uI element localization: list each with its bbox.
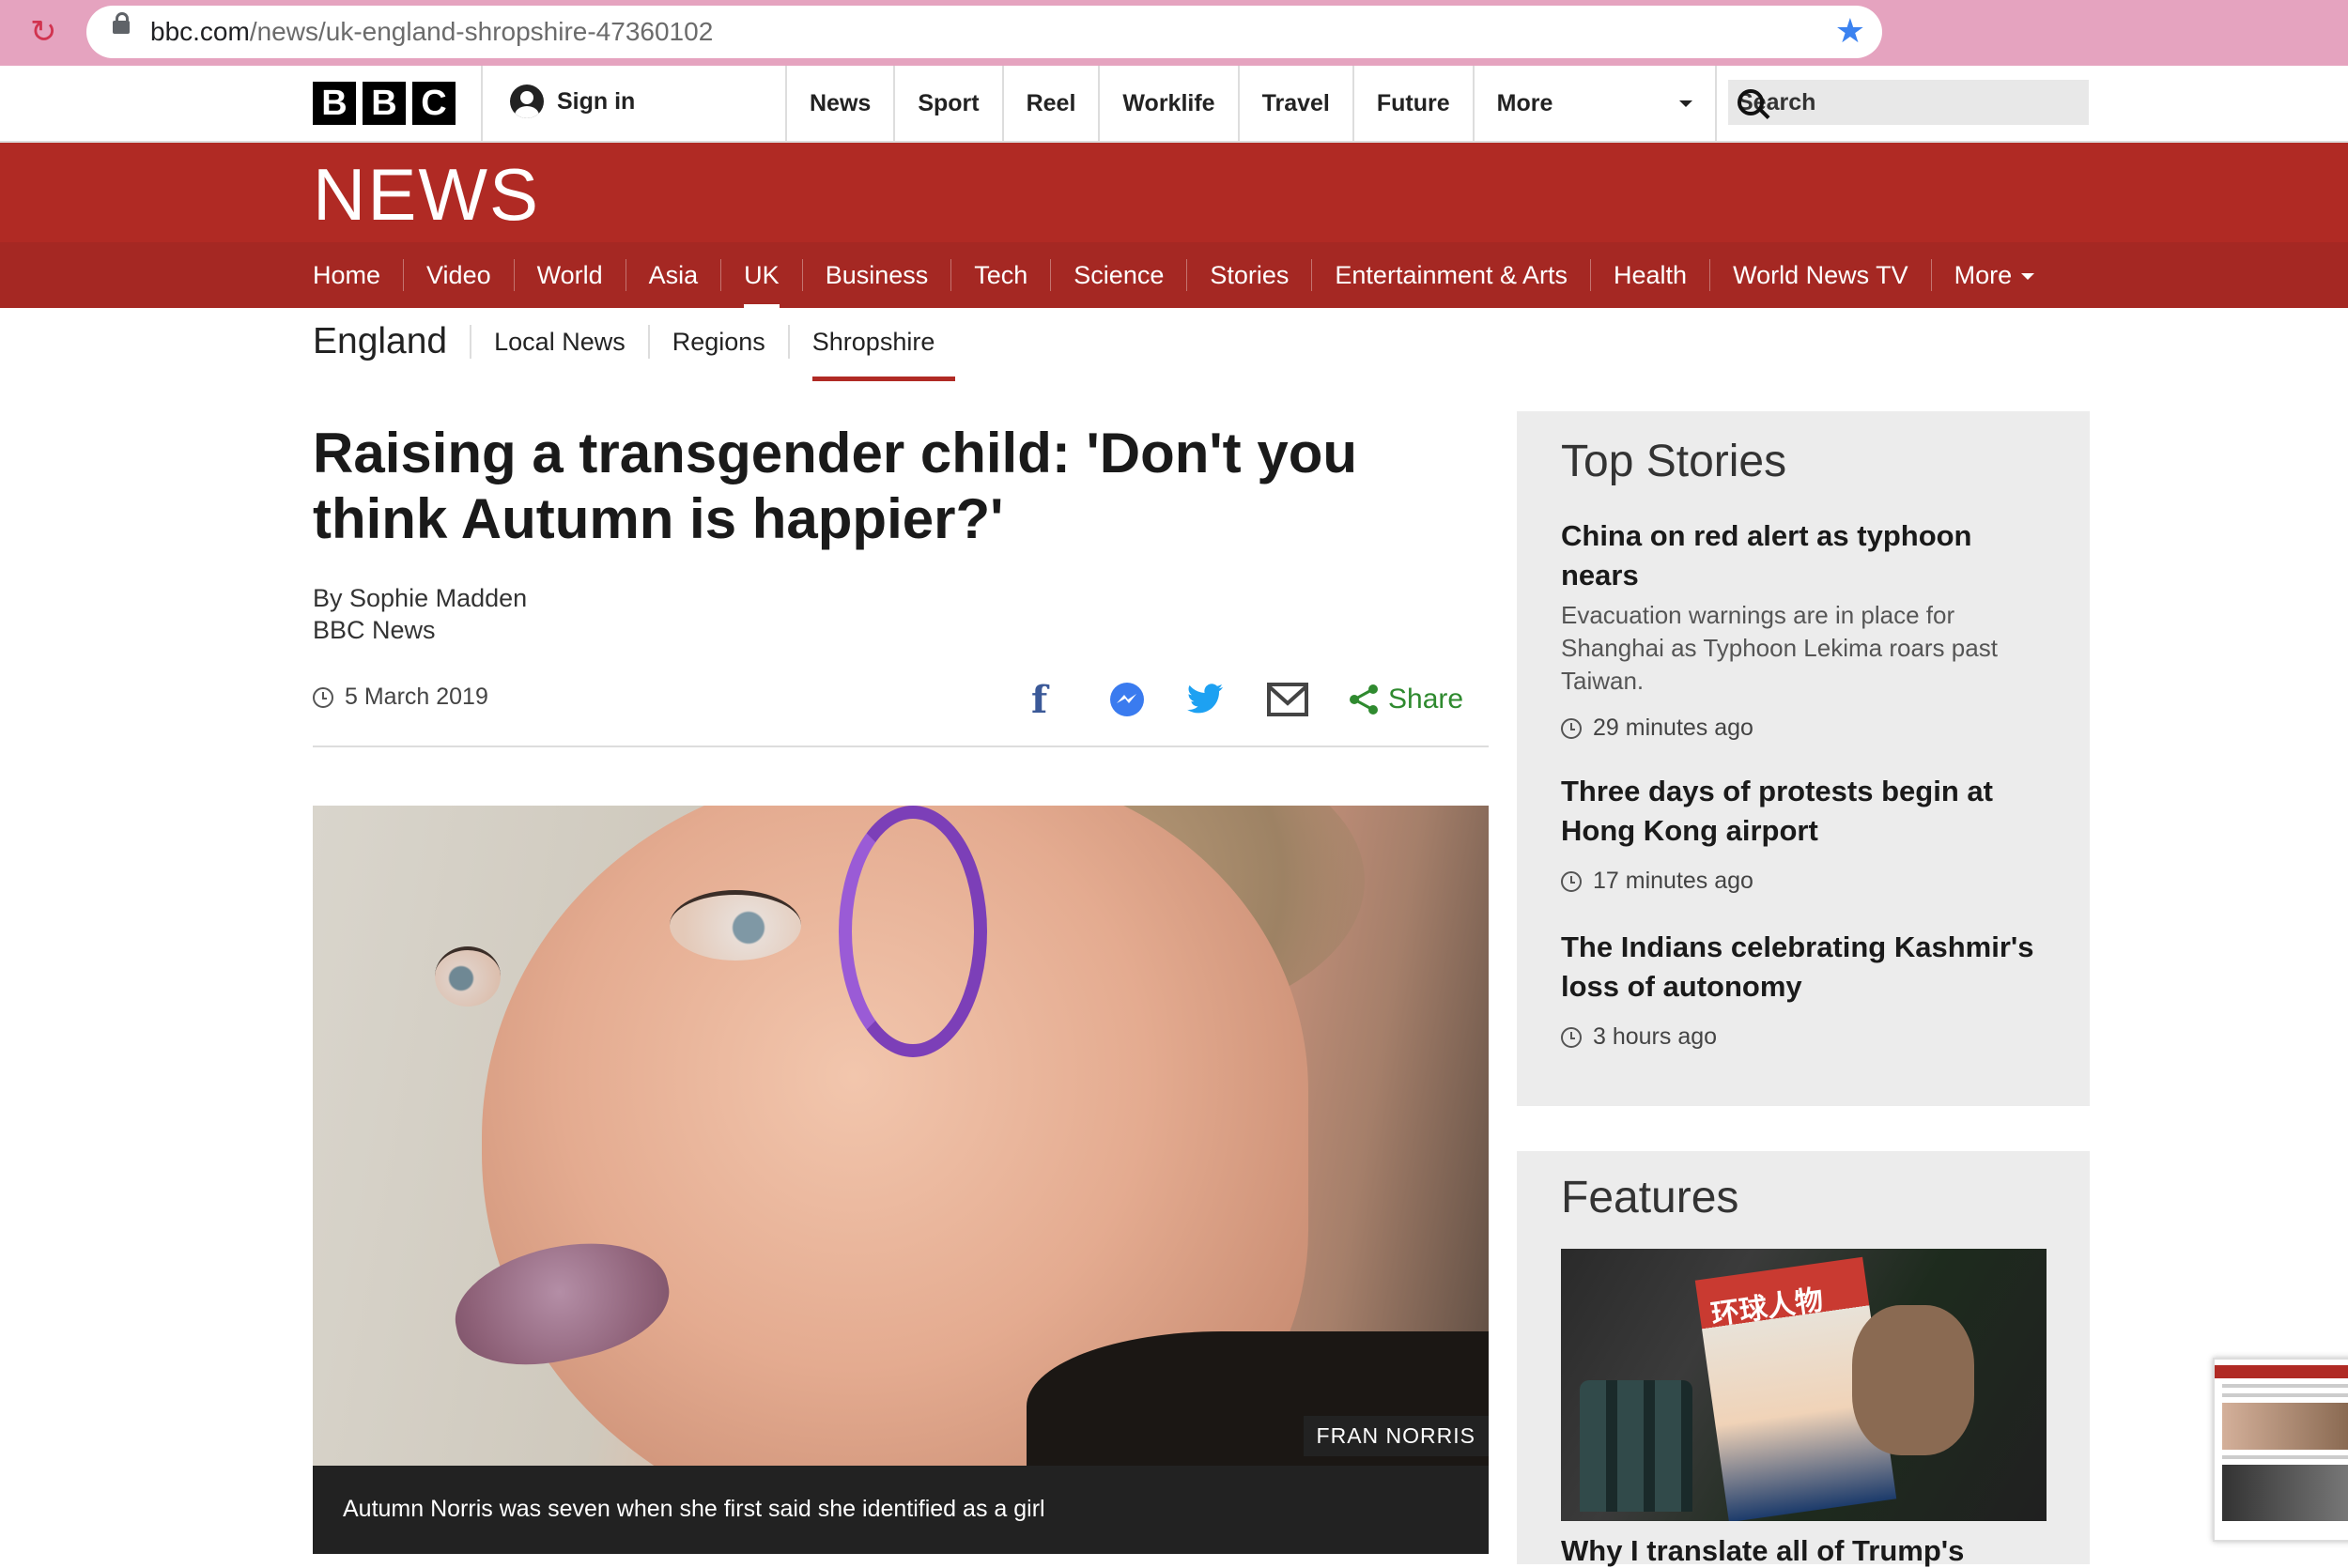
top-stories-panel: Top Stories China on red alert as typhoo… — [1517, 411, 2090, 1106]
search-icon[interactable] — [1738, 89, 1764, 115]
story-summary: Evacuation warnings are in place for Sha… — [1561, 601, 1998, 695]
bookmark-star-icon[interactable]: ★ — [1835, 11, 1865, 51]
news-banner: NEWS — [0, 143, 2348, 242]
clock-icon — [313, 686, 333, 708]
regional-nav: England Local News Regions Shropshire — [313, 308, 958, 381]
chevron-down-icon — [2021, 273, 2035, 281]
caption-text: Autumn Norris was seven when she first s… — [343, 1496, 1045, 1522]
divider — [313, 746, 1489, 747]
top-nav-news[interactable]: News — [785, 66, 893, 141]
top-nav-future[interactable]: Future — [1352, 66, 1473, 141]
story-title[interactable]: China on red alert as typhoon nears — [1561, 516, 2049, 595]
subnav-local-news[interactable]: Local News — [470, 325, 648, 359]
twitter-share-button[interactable] — [1187, 676, 1225, 723]
story-title[interactable]: Three days of protests begin at Hong Kon… — [1561, 772, 2049, 851]
share-icon — [1350, 684, 1378, 715]
story-time: 3 hours ago — [1561, 1023, 2049, 1051]
sign-in-label: Sign in — [557, 87, 636, 115]
top-nav-more[interactable]: More — [1472, 66, 1717, 141]
top-nav-reel[interactable]: Reel — [1001, 66, 1099, 141]
features-panel: Features 环球人物 Why I translate all of Tru… — [1517, 1151, 2090, 1567]
url-text[interactable]: bbc.com/news/uk-england-shropshire-47360… — [150, 17, 713, 47]
bbc-top-bar: BBC Sign in News Sport Reel Worklife Tra… — [0, 66, 2348, 143]
messenger-share-button[interactable] — [1108, 676, 1146, 723]
share-button[interactable]: Share — [1349, 676, 1463, 723]
email-icon — [1267, 683, 1308, 716]
news-nav-more-label: More — [1954, 261, 2013, 289]
article-hero-image[interactable]: FRAN NORRIS — [313, 806, 1489, 1466]
clock-icon — [1561, 1026, 1582, 1048]
story-time: 17 minutes ago — [1561, 868, 2049, 895]
region-title[interactable]: England — [313, 321, 470, 362]
news-nav-asia[interactable]: Asia — [625, 259, 721, 291]
subnav-regions[interactable]: Regions — [647, 325, 788, 359]
lock-icon — [113, 12, 130, 34]
sign-in-link[interactable]: Sign in — [510, 85, 635, 118]
news-nav-science[interactable]: Science — [1050, 259, 1186, 291]
news-nav-video[interactable]: Video — [403, 259, 514, 291]
address-bar[interactable]: bbc.com/news/uk-england-shropshire-47360… — [86, 6, 1882, 58]
story-time: 29 minutes ago — [1561, 715, 2049, 742]
subnav-shropshire[interactable]: Shropshire — [787, 325, 958, 381]
news-nav-stories[interactable]: Stories — [1186, 259, 1311, 291]
facebook-share-button[interactable]: f — [1031, 676, 1047, 723]
browser-toolbar: ↻ bbc.com/news/uk-england-shropshire-473… — [0, 0, 2348, 66]
screenshot-thumbnail[interactable] — [2213, 1358, 2348, 1542]
facebook-icon: f — [1031, 677, 1048, 722]
news-nav-health[interactable]: Health — [1590, 259, 1709, 291]
clock-icon — [1561, 870, 1582, 892]
reload-icon[interactable]: ↻ — [30, 13, 57, 51]
messenger-icon — [1110, 683, 1144, 716]
news-nav-uk[interactable]: UK — [720, 259, 802, 308]
clock-icon — [1561, 717, 1582, 739]
top-story-item[interactable]: Three days of protests begin at Hong Kon… — [1561, 772, 2049, 895]
news-nav-more[interactable]: More — [1930, 259, 2058, 291]
news-section-nav: Home Video World Asia UK Business Tech S… — [0, 242, 2348, 308]
news-nav-world[interactable]: World — [513, 259, 626, 291]
bbc-logo[interactable]: BBC — [313, 82, 456, 125]
top-nav-more-label: More — [1496, 89, 1553, 116]
news-nav-entertainment[interactable]: Entertainment & Arts — [1311, 259, 1590, 291]
email-share-button[interactable] — [1267, 676, 1308, 723]
twitter-icon — [1187, 684, 1223, 714]
feature-title[interactable]: Why I translate all of Trump's — [1561, 1534, 1964, 1568]
search-input[interactable]: Search — [1728, 80, 2089, 125]
top-story-item[interactable]: China on red alert as typhoon nears Evac… — [1561, 516, 2049, 742]
top-stories-title: Top Stories — [1561, 437, 1787, 486]
user-icon — [510, 85, 544, 118]
news-nav-tech[interactable]: Tech — [950, 259, 1050, 291]
top-nav-sport[interactable]: Sport — [893, 66, 1001, 141]
news-wordmark[interactable]: NEWS — [313, 152, 540, 238]
byline: By Sophie Madden BBC News — [313, 582, 527, 646]
top-nav-worklife[interactable]: Worklife — [1098, 66, 1237, 141]
author-outlet: BBC News — [313, 616, 436, 644]
news-nav-home[interactable]: Home — [313, 259, 403, 291]
article-headline: Raising a transgender child: 'Don't you … — [313, 422, 1357, 550]
photo-credit: FRAN NORRIS — [1303, 1416, 1489, 1456]
image-caption: Autumn Norris was seven when she first s… — [313, 1466, 1489, 1554]
news-nav-business[interactable]: Business — [801, 259, 951, 291]
article-date: 5 March 2019 — [313, 684, 488, 711]
share-label: Share — [1388, 684, 1464, 715]
top-story-item[interactable]: The Indians celebrating Kashmir's loss o… — [1561, 928, 2049, 1051]
feature-image[interactable]: 环球人物 — [1561, 1249, 2047, 1521]
author-name: By Sophie Madden — [313, 584, 528, 612]
top-nav-travel[interactable]: Travel — [1237, 66, 1352, 141]
news-nav-world-news-tv[interactable]: World News TV — [1709, 259, 1931, 291]
date-text: 5 March 2019 — [345, 684, 488, 710]
top-nav: News Sport Reel Worklife Travel Future M… — [785, 66, 1717, 141]
story-title[interactable]: The Indians celebrating Kashmir's loss o… — [1561, 928, 2049, 1007]
features-title: Features — [1561, 1173, 1739, 1222]
chevron-down-icon — [1678, 100, 1692, 107]
